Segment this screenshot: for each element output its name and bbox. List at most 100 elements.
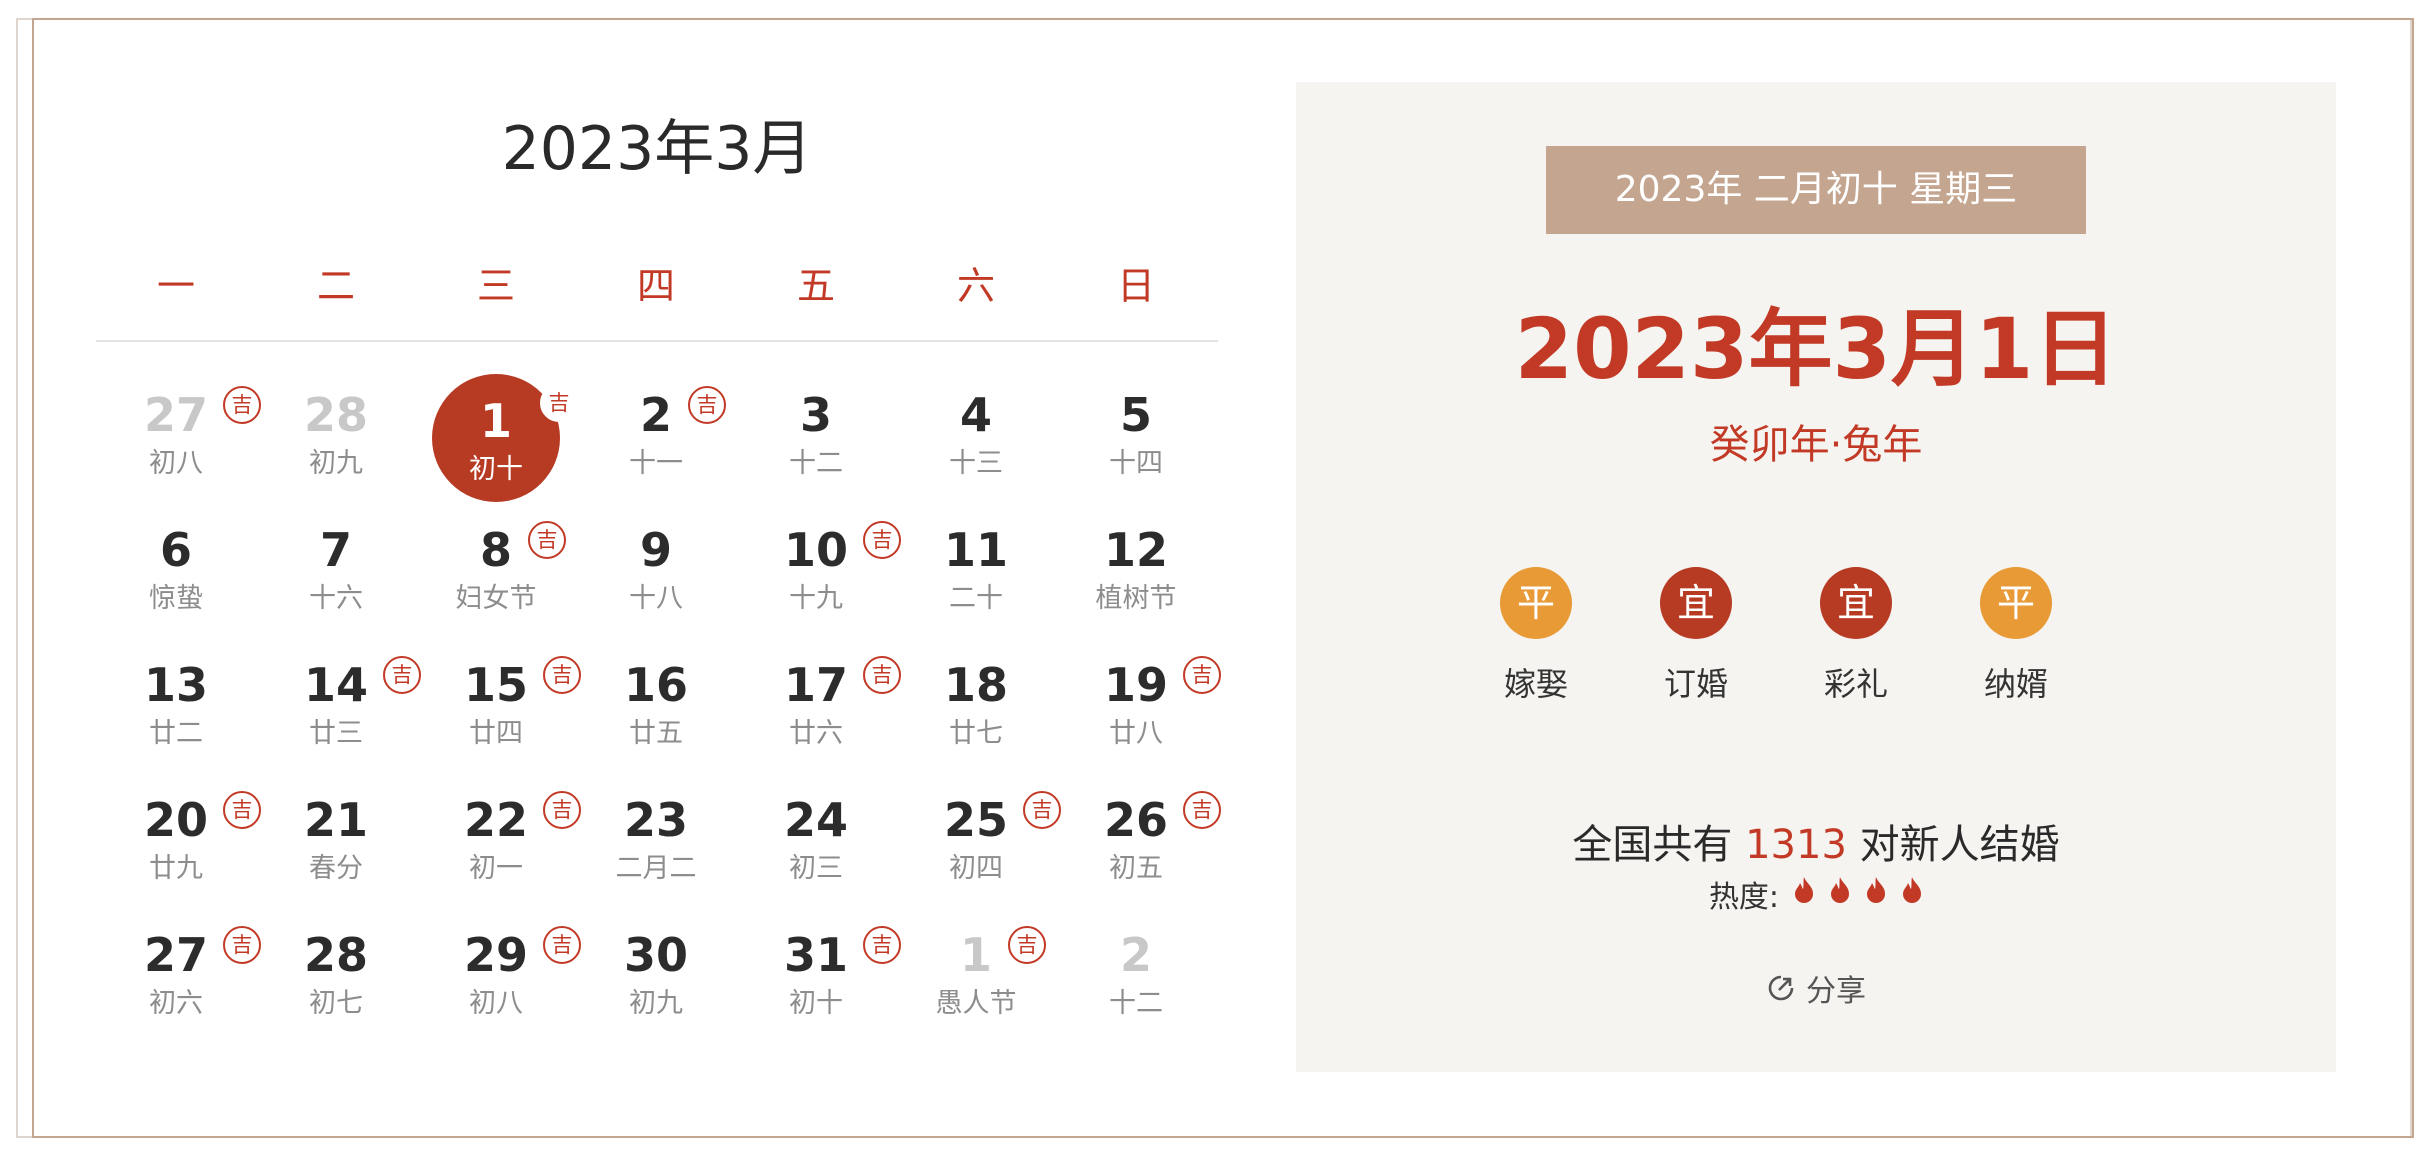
calendar-title: 2023年3月 — [501, 114, 813, 184]
day-number: 3 — [799, 388, 832, 442]
share-icon — [1768, 975, 1794, 1001]
day-cell[interactable]: 7 十六 — [256, 485, 416, 620]
lunar-date: 初六 — [149, 988, 203, 1019]
day-cell[interactable]: 2 十一吉 — [576, 350, 736, 485]
day-number: 2 — [1119, 928, 1152, 982]
auspicious-badge: 吉 — [1008, 926, 1046, 964]
day-cell[interactable]: 19 廿八吉 — [1056, 620, 1221, 755]
day-cell[interactable]: 13 廿二 — [96, 620, 256, 755]
day-cell[interactable]: 5 十四 — [1056, 350, 1216, 485]
flame-icon — [1867, 877, 1886, 903]
day-cell[interactable]: 14 廿三吉 — [256, 620, 421, 755]
activity-label: 订婚 — [1663, 665, 1728, 703]
flame-icon — [1795, 877, 1814, 903]
lunar-date: 初三 — [789, 853, 843, 884]
auspicious-badge: 吉 — [1183, 656, 1221, 694]
day-cell[interactable]: 27 初八吉 — [96, 350, 261, 485]
lunar-date: 植树节 — [1095, 583, 1177, 614]
calendar-grid: 27 初八吉 28 初九 1 初十吉 2 十一吉 3 十二 4 十三 5 十四 6 惊蛰 7 十六 8 妇女节吉 9 十八… — [96, 350, 1221, 1025]
lunar-date: 初七 — [309, 988, 363, 1019]
day-cell[interactable]: 20 廿九吉 — [96, 755, 261, 890]
calendar-week: 27 初八吉 28 初九 1 初十吉 2 十一吉 3 十二 4 十三 5 十四 — [96, 350, 1218, 502]
day-number: 16 — [623, 658, 688, 712]
day-cell[interactable]: 9 十八 — [576, 485, 736, 620]
lunar-date: 初十 — [469, 454, 523, 485]
lunar-date: 惊蛰 — [149, 583, 203, 614]
lunar-date: 廿二 — [149, 718, 203, 749]
day-number: 7 — [319, 523, 352, 577]
day-cell[interactable]: 1 愚人节吉 — [896, 890, 1056, 1025]
lunar-date: 十二 — [1109, 988, 1163, 1019]
activity-list: 平嫁娶宜订婚宜彩礼平纳婿 — [1476, 567, 2176, 707]
lunar-date: 十八 — [629, 583, 683, 614]
day-cell[interactable]: 18 廿七 — [896, 620, 1056, 755]
selected-date: 2023年3月1日 — [1514, 300, 2118, 398]
day-cell[interactable]: 6 惊蛰 — [96, 485, 256, 620]
day-cell[interactable]: 29 初八吉 — [416, 890, 581, 1025]
lunar-date: 廿六 — [789, 718, 843, 749]
share-label: 分享 — [1806, 974, 1866, 1009]
weekday-header: 一二三四五六日 — [96, 255, 1218, 311]
weekday-label: 三 — [476, 264, 515, 308]
flame-icon — [1903, 877, 1922, 903]
activity-label: 彩礼 — [1823, 665, 1888, 703]
activity-label: 纳婿 — [1983, 665, 2048, 703]
lunar-date: 廿三 — [309, 718, 363, 749]
share-button[interactable]: 分享 — [1296, 966, 2336, 1010]
day-cell-selected[interactable]: 1 初十吉 — [416, 350, 578, 502]
wedding-stats: 全国共有 1313 对新人结婚 — [1296, 812, 2336, 870]
day-cell[interactable]: 15 廿四吉 — [416, 620, 581, 755]
day-cell[interactable]: 2 十二 — [1056, 890, 1216, 1025]
weekday-label: 一 — [156, 264, 195, 308]
day-cell[interactable]: 12 植树节 — [1056, 485, 1216, 620]
lunar-date: 春分 — [309, 853, 363, 884]
lunar-date: 十四 — [1109, 448, 1163, 479]
day-cell[interactable]: 21 春分 — [256, 755, 416, 890]
stats-suffix: 对新人结婚 — [1846, 822, 2060, 868]
day-cell[interactable]: 24 初三 — [736, 755, 896, 890]
day-cell[interactable]: 17 廿六吉 — [736, 620, 901, 755]
lunar-date: 初十 — [789, 988, 843, 1019]
day-number: 28 — [303, 928, 368, 982]
day-cell[interactable]: 27 初六吉 — [96, 890, 261, 1025]
day-cell[interactable]: 28 初九 — [256, 350, 416, 485]
day-number: 5 — [1119, 388, 1152, 442]
calendar-week: 27 初六吉 28 初七 29 初八吉 30 初九 31 初十吉 1 愚人节吉 2 十二 — [96, 890, 1218, 1025]
day-number: 13 — [143, 658, 208, 712]
day-cell[interactable]: 4 十三 — [896, 350, 1056, 485]
day-cell[interactable]: 25 初四吉 — [896, 755, 1061, 890]
lunar-date: 愚人节 — [935, 988, 1017, 1019]
lunar-date: 廿四 — [469, 718, 523, 749]
day-cell[interactable]: 3 十二 — [736, 350, 896, 485]
heat-label: 热度: — [1708, 880, 1780, 915]
lunar-date: 二十 — [949, 583, 1003, 614]
lunar-info-pill: 2023年 二月初十 星期三 — [1546, 146, 2086, 234]
day-number: 11 — [943, 523, 1008, 577]
stats-prefix: 全国共有 — [1572, 822, 1746, 868]
day-cell[interactable]: 26 初五吉 — [1056, 755, 1221, 890]
day-cell[interactable]: 22 初一吉 — [416, 755, 581, 890]
weekday-label: 二 — [316, 264, 355, 308]
lunar-date: 廿九 — [149, 853, 203, 884]
day-cell[interactable]: 8 妇女节吉 — [416, 485, 576, 620]
day-cell[interactable]: 10 十九吉 — [736, 485, 901, 620]
activity-item: 平嫁娶 — [1476, 567, 1596, 705]
lunar-date: 初四 — [949, 853, 1003, 884]
lunar-date: 廿七 — [949, 718, 1003, 749]
day-cell[interactable]: 31 初十吉 — [736, 890, 901, 1025]
weekday-label: 六 — [956, 264, 995, 308]
header-divider — [96, 340, 1218, 342]
activity-item: 宜订婚 — [1636, 567, 1756, 705]
lunar-date: 廿八 — [1109, 718, 1163, 749]
lunar-date: 妇女节 — [455, 583, 537, 614]
day-cell[interactable]: 23 二月二 — [576, 755, 736, 890]
day-cell[interactable]: 28 初七 — [256, 890, 416, 1025]
calendar-week: 6 惊蛰 7 十六 8 妇女节吉 9 十八 10 十九吉 11 二十 12 植树节 — [96, 485, 1218, 620]
day-cell[interactable]: 16 廿五 — [576, 620, 736, 755]
day-cell[interactable]: 30 初九 — [576, 890, 736, 1025]
day-number: 21 — [303, 793, 368, 847]
calendar: 2023年3月 一二三四五六日 27 初八吉 28 初九 1 初十吉 2 十一吉 3 十二 4 十三 5… — [96, 0, 1221, 1152]
lunar-date: 十二 — [789, 448, 843, 479]
auspicious-badge: 吉 — [540, 384, 578, 422]
day-cell[interactable]: 11 二十 — [896, 485, 1056, 620]
